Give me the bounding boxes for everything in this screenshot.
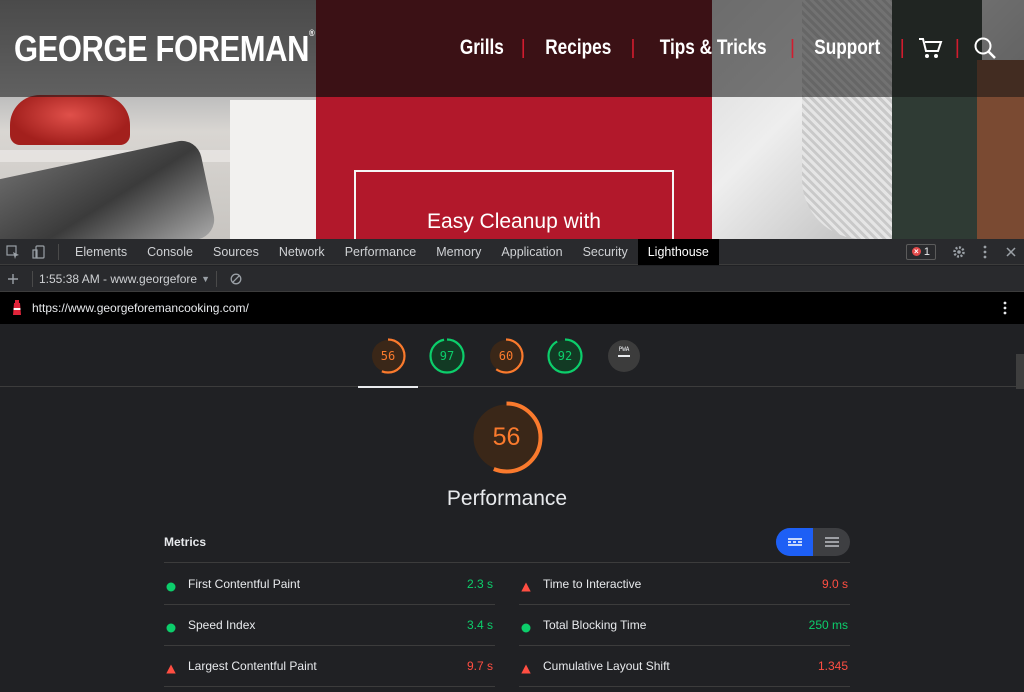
search-icon[interactable] [972, 35, 998, 61]
scrollbar[interactable] [1016, 354, 1024, 389]
report-menu-icon[interactable] [992, 295, 1018, 321]
pwa-dash-icon [618, 355, 630, 357]
settings-gear-icon[interactable] [946, 239, 972, 265]
tab-application[interactable]: Application [491, 239, 572, 265]
nav-divider: | [899, 36, 905, 59]
red-pot-image [10, 95, 130, 145]
dropdown-arrow-icon[interactable]: ▼ [201, 274, 210, 284]
clear-block-icon[interactable] [223, 266, 249, 292]
backsplash [230, 100, 316, 239]
category-gauge-pwa[interactable]: PWA [606, 338, 642, 374]
metric-row: Largest Contentful Paint 9.7 s [164, 646, 495, 687]
nav-divider: | [520, 36, 526, 59]
metric-row: Time to Interactive 9.0 s [519, 564, 850, 605]
devtools-tabbar: Elements Console Sources Network Perform… [0, 238, 1024, 265]
toolbar-divider [32, 270, 33, 287]
report-url-bar: https://www.georgeforemancooking.com/ [0, 292, 1024, 324]
metric-row: First Contentful Paint 2.3 s [164, 564, 495, 605]
fail-triangle-icon [166, 661, 176, 674]
metrics-title: Metrics [164, 535, 207, 549]
metric-name: Total Blocking Time [543, 618, 647, 632]
nav-recipes[interactable]: Recipes [545, 36, 611, 60]
metric-value: 9.0 s [821, 577, 848, 591]
performance-score: 56 [492, 423, 521, 451]
close-icon[interactable] [998, 239, 1024, 265]
compact-view-icon[interactable] [776, 528, 813, 556]
report-url[interactable]: https://www.georgeforemancooking.com/ [32, 301, 249, 315]
new-report-plus-icon[interactable] [0, 266, 26, 292]
report-selector[interactable]: 1:55:38 AM - www.georgefore [39, 272, 197, 286]
error-badge[interactable]: × 1 [905, 243, 936, 260]
fail-triangle-icon [521, 579, 531, 592]
nav-tips-tricks[interactable]: Tips & Tricks [659, 36, 766, 60]
tab-sources[interactable]: Sources [203, 239, 269, 265]
toolbar-divider [58, 243, 59, 260]
metric-name: Speed Index [188, 618, 256, 632]
tab-elements[interactable]: Elements [65, 239, 137, 265]
nav-grills[interactable]: Grills [460, 36, 504, 60]
error-icon: × [911, 247, 921, 256]
category-gauge-performance[interactable]: 56 [370, 338, 406, 374]
category-scores-bar: 56 97 60 92 PWA [0, 324, 1024, 387]
nav-support[interactable]: Support [814, 36, 880, 60]
metric-name: Cumulative Layout Shift [543, 659, 670, 673]
cart-icon[interactable] [917, 35, 943, 61]
pass-circle-icon [166, 579, 176, 592]
metric-name: Largest Contentful Paint [188, 659, 317, 673]
device-toolbar-icon[interactable] [26, 239, 52, 265]
more-options-icon[interactable] [972, 239, 998, 265]
metrics-header: Metrics [164, 528, 850, 563]
metrics-view-toggle[interactable] [776, 528, 850, 556]
tab-memory[interactable]: Memory [426, 239, 491, 265]
error-count: 1 [923, 245, 930, 258]
tab-network[interactable]: Network [269, 239, 335, 265]
inspect-element-icon[interactable] [0, 239, 26, 265]
logo-text: GEORGE FOREMAN [14, 28, 309, 69]
nav-divider: | [630, 36, 636, 59]
metrics-column-left: First Contentful Paint 2.3 s Speed Index 3.… [164, 564, 495, 687]
metric-name: Time to Interactive [543, 577, 642, 591]
performance-title: Performance [446, 487, 568, 510]
metric-value: 250 ms [808, 618, 848, 632]
lighthouse-logo-icon [10, 299, 24, 317]
hero-cta-text: Easy Cleanup with [427, 210, 601, 233]
metric-value: 9.7 s [466, 659, 493, 673]
tab-security[interactable]: Security [573, 239, 638, 265]
metric-value: 2.3 s [466, 577, 493, 591]
tab-lighthouse[interactable]: Lighthouse [637, 238, 719, 265]
active-category-indicator [358, 386, 418, 388]
nav-divider: | [954, 36, 960, 59]
expanded-view-icon[interactable] [813, 528, 850, 556]
metric-value: 3.4 s [466, 618, 493, 632]
category-score: 92 [557, 349, 573, 363]
metric-row: Cumulative Layout Shift 1.345 [519, 646, 850, 687]
site-nav: Grills | Recipes | Tips & Tricks | Suppo… [455, 32, 998, 64]
category-gauge-seo[interactable]: 92 [547, 338, 583, 374]
category-score: 97 [439, 349, 455, 363]
hero-cta-box[interactable]: Easy Cleanup with [354, 170, 674, 239]
metric-value: 1.345 [817, 659, 848, 673]
toolbar-divider [216, 270, 218, 287]
devtools-panel: Elements Console Sources Network Perform… [0, 238, 1024, 692]
tab-performance[interactable]: Performance [335, 239, 427, 265]
metric-row: Total Blocking Time 250 ms [519, 605, 850, 646]
tab-console[interactable]: Console [137, 239, 203, 265]
category-gauge-accessibility[interactable]: 97 [429, 338, 465, 374]
pass-circle-icon [521, 620, 531, 633]
category-score: 56 [380, 349, 396, 363]
category-score: 60 [498, 349, 514, 363]
category-gauge-best-practices[interactable]: 60 [488, 338, 524, 374]
fail-triangle-icon [521, 661, 531, 674]
registered-mark: ® [308, 28, 315, 38]
performance-gauge: 56 [470, 401, 543, 474]
site-logo[interactable]: GEORGE FOREMAN® [14, 28, 315, 70]
lighthouse-toolbar: 1:55:38 AM - www.georgefore ▼ [0, 266, 1024, 292]
metric-name: First Contentful Paint [188, 577, 301, 591]
pass-circle-icon [166, 620, 176, 633]
metrics-column-right: Time to Interactive 9.0 s Total Blocking T… [519, 564, 850, 687]
website-hero: GEORGE FOREMAN® Grills | Recipes | Tips … [0, 0, 1024, 239]
metric-row: Speed Index 3.4 s [164, 605, 495, 646]
nav-divider: | [789, 36, 796, 59]
